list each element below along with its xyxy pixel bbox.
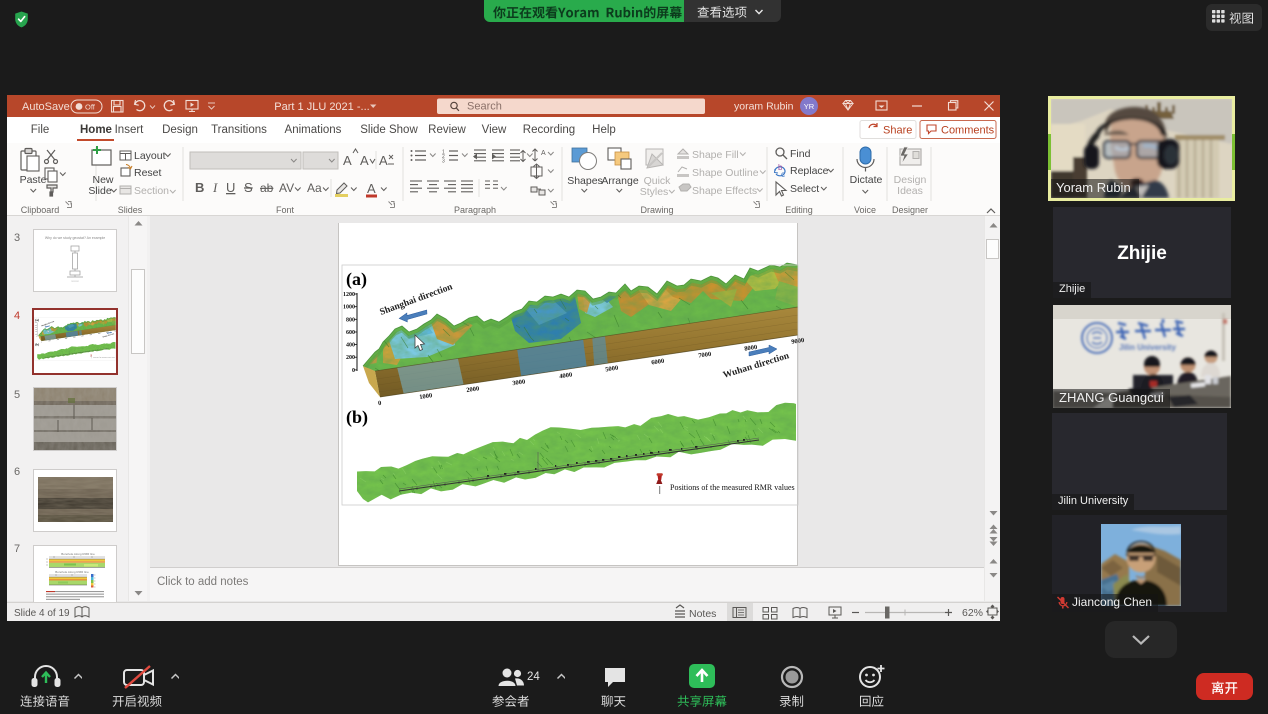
svg-text:A: A	[360, 153, 369, 168]
svg-text:3: 3	[442, 159, 445, 165]
svg-text:Arrange: Arrange	[601, 175, 639, 187]
svg-text:AV: AV	[279, 181, 294, 195]
svg-text:A: A	[343, 153, 352, 168]
svg-text:Select: Select	[790, 183, 819, 195]
svg-text:A: A	[541, 150, 546, 157]
svg-text:Part 1 JLU 2021 -...: Part 1 JLU 2021 -...	[274, 101, 369, 113]
svg-text:x x x x: x x x x	[71, 280, 79, 283]
svg-text:Section: Section	[134, 185, 169, 197]
svg-text:Borehole Along RMR line: Borehole Along RMR line	[61, 552, 95, 556]
svg-text:Aa: Aa	[307, 181, 322, 195]
svg-text:U: U	[226, 180, 235, 195]
svg-text:Font: Font	[276, 205, 295, 215]
svg-text:Slide 4 of 19: Slide 4 of 19	[14, 608, 70, 619]
svg-text:ab: ab	[260, 181, 274, 195]
svg-text:Off: Off	[85, 103, 96, 112]
svg-text:Replace: Replace	[790, 165, 829, 177]
svg-text:S: S	[244, 180, 253, 195]
svg-text:Editing: Editing	[785, 205, 813, 215]
svg-text:Comments: Comments	[941, 125, 995, 137]
svg-text:Find: Find	[790, 148, 811, 160]
svg-text:Slides: Slides	[118, 205, 143, 215]
svg-text:62%: 62%	[962, 607, 983, 619]
svg-text:Slide: Slide	[88, 185, 112, 197]
svg-text:Shapes: Shapes	[567, 175, 603, 187]
svg-text:Search: Search	[467, 101, 502, 113]
svg-text:B: B	[195, 180, 204, 195]
svg-text:I: I	[212, 180, 218, 195]
svg-text:yoram Rubin: yoram Rubin	[734, 101, 794, 113]
svg-text:Reset: Reset	[134, 167, 162, 179]
svg-text:Paste: Paste	[20, 174, 47, 186]
svg-text:Shape Outline: Shape Outline	[692, 167, 759, 179]
svg-text:Share: Share	[883, 125, 912, 137]
svg-text:Dictate: Dictate	[850, 174, 883, 186]
svg-text:Notes: Notes	[689, 608, 716, 620]
svg-text:Paragraph: Paragraph	[454, 205, 496, 215]
svg-text:Clipboard: Clipboard	[21, 205, 60, 215]
svg-text:Layout: Layout	[134, 150, 166, 162]
svg-text:Drawing: Drawing	[640, 205, 673, 215]
svg-text:Why do we study geostat? An ex: Why do we study geostat? An example	[45, 236, 105, 240]
svg-text:A: A	[367, 181, 376, 196]
svg-text:Borehole Along RMR line: Borehole Along RMR line	[55, 570, 89, 574]
svg-text:Shape Fill: Shape Fill	[692, 149, 739, 161]
svg-text:YR: YR	[804, 102, 815, 111]
svg-text:Ideas: Ideas	[897, 185, 923, 197]
svg-text:A: A	[379, 153, 388, 168]
svg-text:AutoSave: AutoSave	[22, 101, 70, 113]
svg-text:Styles: Styles	[640, 186, 669, 198]
svg-text:Jilin University: Jilin University	[1119, 343, 1176, 352]
svg-text:Shape Effects: Shape Effects	[692, 185, 757, 197]
svg-text:c: c	[781, 170, 785, 179]
svg-text:Voice: Voice	[854, 205, 876, 215]
svg-text:Designer: Designer	[892, 205, 928, 215]
